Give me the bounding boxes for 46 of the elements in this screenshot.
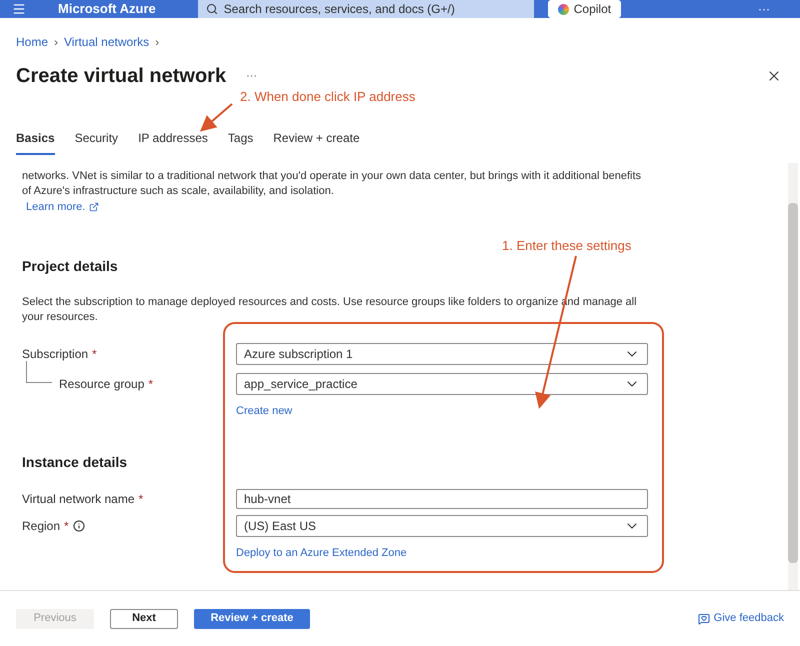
copilot-button[interactable]: Copilot — [548, 0, 622, 18]
more-button[interactable]: ··· — [246, 68, 258, 84]
annotation-text: 1. Enter these settings — [502, 237, 632, 255]
footer-button[interactable]: Next — [110, 608, 178, 628]
external-link-icon — [89, 202, 100, 212]
breadcrumb-separator: › — [155, 34, 160, 51]
feedback-icon — [698, 612, 710, 624]
dropdown-field[interactable]: (US) East US — [236, 514, 648, 536]
dropdown-field[interactable]: Azure subscription 1 — [236, 342, 648, 364]
input-field[interactable]: hub-vnet — [236, 488, 648, 508]
link[interactable]: Create new — [236, 404, 292, 416]
tab[interactable]: Security — [74, 129, 118, 155]
tab[interactable]: IP addresses — [138, 129, 208, 155]
field-label: Region — [22, 518, 60, 534]
feedback-link[interactable]: Give feedback — [698, 610, 784, 627]
annotation-text: 2. When done click IP address — [240, 88, 416, 106]
breadcrumb-link[interactable]: Virtual networks — [64, 33, 150, 51]
field-label: Virtual network name — [22, 490, 134, 508]
scrollbar[interactable] — [788, 163, 798, 590]
link[interactable]: Deploy to an Azure Extended Zone — [236, 546, 407, 558]
copilot-logo-icon — [558, 4, 569, 14]
annotation-arrow — [200, 103, 233, 132]
required-mark: * — [138, 490, 144, 508]
section-heading: Instance details — [22, 452, 128, 472]
tab[interactable]: Tags — [228, 129, 254, 155]
tab[interactable]: Review + create — [273, 129, 360, 155]
menu-icon[interactable] — [12, 2, 26, 16]
required-mark: * — [64, 518, 69, 534]
field-label: Subscription — [22, 346, 88, 362]
intro-text: networks. VNet is similar to a traditional network that you'd operate in your own data center, but brings with it additional benefits of Azure's infrastructure such as scale, availability, and isolation. — [22, 169, 642, 199]
search-icon — [206, 3, 218, 15]
tree-connector — [26, 360, 52, 382]
field-label: Resource group — [58, 376, 144, 392]
page-title: Create virtual network — [16, 64, 226, 89]
dropdown-field[interactable]: app_service_practice — [236, 372, 648, 394]
required-mark: * — [148, 376, 154, 392]
brand-name: Microsoft Azure — [58, 0, 156, 18]
section-heading: Project details — [22, 256, 119, 276]
footer-button[interactable]: Review + create — [194, 608, 310, 628]
search-field[interactable]: Search resources, services, and docs (G+/) — [198, 0, 534, 18]
required-mark: * — [92, 346, 97, 362]
breadcrumb-link[interactable]: Home — [16, 33, 48, 51]
learn-more-link[interactable]: Learn more. — [26, 199, 100, 216]
tab[interactable]: Basics — [16, 129, 55, 155]
breadcrumb-separator: › — [54, 34, 58, 51]
more-button[interactable]: ··· — [758, 0, 770, 18]
